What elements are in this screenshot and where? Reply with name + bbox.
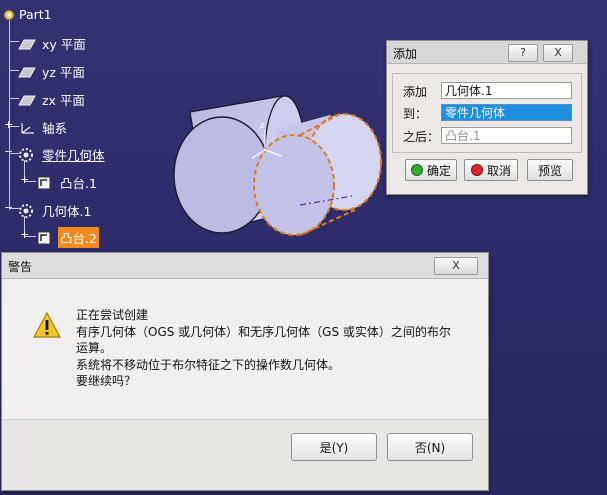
part-body-gear-icon bbox=[16, 147, 36, 163]
add-label: 添加 bbox=[403, 85, 428, 99]
tree-item-label: 凸台.1 bbox=[60, 176, 97, 191]
help-button[interactable]: ? bbox=[508, 44, 538, 62]
warning-line-3: 运算。 bbox=[76, 341, 113, 355]
tree-item-label: 几何体.1 bbox=[42, 204, 92, 219]
add-field[interactable]: 几何体.1 bbox=[441, 82, 572, 99]
cancel-button[interactable]: 取消 bbox=[464, 159, 518, 181]
tree-item-yz-plane[interactable]: yz 平面 bbox=[18, 61, 87, 82]
ok-button[interactable]: 确定 bbox=[405, 159, 457, 181]
collapse-icon[interactable]: − bbox=[4, 202, 13, 213]
warning-line-4: 系统将不移动位于布尔特征之下的操作数几何体。 bbox=[76, 358, 341, 372]
tree-root-label: Part1 bbox=[19, 7, 52, 22]
warning-line-1: 正在尝试创建 bbox=[76, 308, 149, 322]
pad-icon bbox=[36, 230, 52, 246]
no-label: 否(N) bbox=[414, 440, 446, 455]
body-gear-icon bbox=[16, 203, 36, 219]
add-dialog: 添加 ? X 添加 几何体.1 到： 零件几何体 之后： 凸台.1 确定 取消 … bbox=[386, 40, 588, 195]
add-dialog-title: 添加 bbox=[393, 47, 418, 61]
warning-body: 正在尝试创建 有序几何体（OGS 或几何体）和无序几何体（GS 或实体）之间的布… bbox=[2, 279, 488, 490]
warning-line-2: 有序几何体（OGS 或几何体）和无序几何体（GS 或实体）之间的布尔 bbox=[76, 325, 451, 339]
tree-item-label: zx 平面 bbox=[42, 93, 85, 108]
to-label: 到： bbox=[403, 107, 428, 121]
tree-item-label: xy 平面 bbox=[42, 37, 86, 52]
preview-label: 预览 bbox=[537, 163, 562, 178]
expand-icon[interactable]: + bbox=[4, 119, 13, 130]
tree-item-pad-2[interactable]: 凸台.2 bbox=[36, 227, 99, 248]
plane-icon bbox=[18, 38, 36, 50]
add-dialog-titlebar[interactable]: 添加 ? X bbox=[387, 41, 587, 64]
warning-titlebar[interactable]: 警告 X bbox=[2, 253, 488, 279]
to-field[interactable]: 零件几何体 bbox=[441, 104, 572, 121]
tree-item-label: yz 平面 bbox=[42, 65, 85, 80]
tree-root[interactable]: Part1 bbox=[1, 6, 54, 23]
warning-icon bbox=[32, 311, 62, 339]
tree-item-label: 轴系 bbox=[42, 121, 68, 136]
warning-line-5: 要继续吗？ bbox=[76, 374, 137, 388]
pad-icon bbox=[36, 175, 52, 191]
cancel-label: 取消 bbox=[486, 163, 511, 178]
ok-label: 确定 bbox=[426, 163, 451, 178]
after-field[interactable]: 凸台.1 bbox=[441, 127, 572, 144]
tree-item-pad-1[interactable]: 凸台.1 bbox=[36, 172, 99, 193]
tree-item-zx-plane[interactable]: zx 平面 bbox=[18, 89, 87, 110]
tree-item-part-body[interactable]: 零件几何体 bbox=[16, 144, 107, 165]
tree-item-geometry-body[interactable]: 几何体.1 bbox=[16, 200, 93, 221]
ok-dot-icon bbox=[410, 164, 423, 176]
expand-icon[interactable]: + bbox=[20, 229, 29, 240]
svg-text:z: z bbox=[260, 121, 265, 131]
preview-button[interactable]: 预览 bbox=[527, 159, 573, 181]
tree-item-label-selected: 凸台.2 bbox=[58, 227, 99, 248]
plane-icon bbox=[18, 94, 36, 106]
yes-label: 是(Y) bbox=[319, 440, 349, 455]
axis-system-icon bbox=[18, 121, 36, 135]
yes-button[interactable]: 是(Y) bbox=[291, 433, 377, 461]
collapse-icon[interactable]: − bbox=[4, 146, 13, 157]
cancel-dot-icon bbox=[470, 164, 483, 176]
no-button[interactable]: 否(N) bbox=[387, 433, 473, 461]
close-button[interactable]: X bbox=[543, 44, 573, 62]
tree-item-xy-plane[interactable]: xy 平面 bbox=[18, 33, 88, 54]
warning-close-button[interactable]: X bbox=[434, 257, 478, 275]
tree-item-axis-system[interactable]: 轴系 bbox=[18, 117, 69, 138]
tree-item-label: 零件几何体 bbox=[42, 148, 105, 163]
plane-icon bbox=[18, 66, 36, 78]
gear-icon bbox=[1, 7, 17, 23]
after-label: 之后： bbox=[403, 130, 440, 144]
expand-icon[interactable]: + bbox=[20, 174, 29, 185]
warning-dialog: 警告 X 正在尝试创建 有序几何体（OGS 或几何体）和无序几何体（GS 或实体… bbox=[1, 252, 489, 491]
warning-title: 警告 bbox=[8, 260, 33, 274]
